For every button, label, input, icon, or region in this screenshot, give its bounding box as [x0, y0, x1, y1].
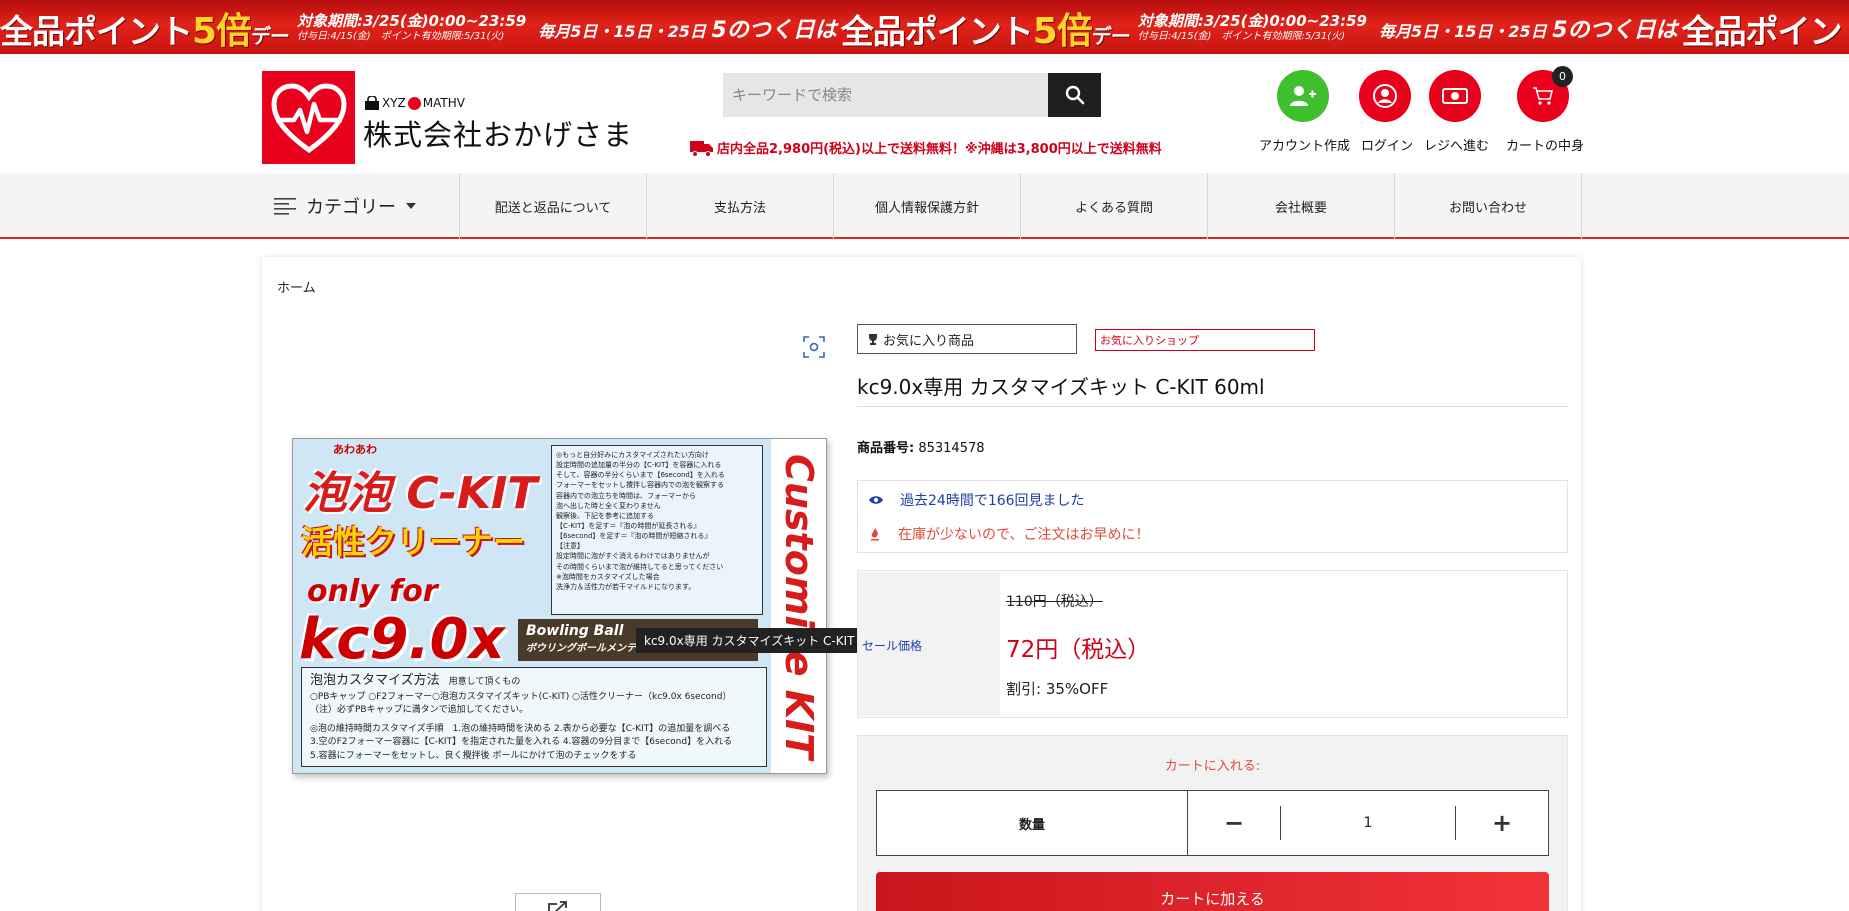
red-dot-icon — [407, 96, 421, 110]
discount-label: 割引: 35%OFF — [1006, 680, 1109, 698]
trophy-icon — [869, 334, 877, 345]
quantity-label: 数量 — [877, 791, 1188, 855]
quantity-row: 数量 − + — [876, 790, 1549, 856]
nav-privacy[interactable]: 個人情報保護方針 — [834, 173, 1021, 239]
promo-period-repeat: 対象期間:3/25(金)0:00~23:59 付与日:4/15(金) ポイント有… — [1137, 12, 1367, 42]
product-image-subtitle: 活性クリーナー — [301, 523, 526, 561]
promo-dates: 毎月5日・15日・25日 5のつく日は — [538, 18, 837, 43]
login-label[interactable]: ログイン — [1361, 135, 1413, 154]
quantity-input[interactable] — [1280, 806, 1456, 840]
external-link-icon — [548, 901, 567, 911]
nav-payment[interactable]: 支払方法 — [647, 173, 834, 239]
search-icon — [1065, 85, 1084, 105]
user-circle-icon — [1373, 84, 1397, 108]
checkout-button[interactable] — [1429, 70, 1481, 122]
money-icon — [1442, 88, 1468, 104]
cart-count-badge: 0 — [1552, 66, 1573, 87]
promo-dates-repeat: 毎月5日・15日・25日 5のつく日は — [1378, 18, 1678, 43]
promo-banner[interactable]: 全品ポイント5倍デー 対象期間:3/25(金)0:00~23:59 付与日:4/… — [0, 0, 1849, 54]
nav-company[interactable]: 会社概要 — [1208, 173, 1395, 239]
cart-icon — [1533, 87, 1554, 105]
nav-faq[interactable]: よくある質問 — [1021, 173, 1208, 239]
brand-sub-label: XYZ MATHV — [364, 96, 465, 110]
thumbnail[interactable] — [515, 893, 601, 911]
free-shipping-notice: 店内全品2,980円(税込)以上で送料無料！※沖縄は3,800円以上で送料無料 — [690, 138, 1162, 157]
promo-headline-repeat: 全品ポイント5倍デー — [840, 11, 1131, 52]
category-menu[interactable]: カテゴリー — [262, 173, 460, 239]
product-image-side-label: Customize KIT — [771, 439, 826, 773]
product-image-notes: ◎もっと自分好みにカスタマイズされたい方向け 設定時間の追加量の半分の【C-KI… — [551, 445, 763, 615]
quantity-minus-button[interactable]: − — [1188, 809, 1280, 837]
caret-down-icon — [406, 203, 416, 209]
original-price: 110円（税込） — [1006, 594, 1103, 610]
menu-list-icon — [274, 198, 296, 215]
nav-shipping-returns[interactable]: 配送と返品について — [460, 173, 647, 239]
checkout-label[interactable]: レジへ進む — [1424, 135, 1489, 154]
sale-price-label: セール価格 — [862, 639, 923, 653]
product-title: kc9.0x専用 カスタマイズキット C-KIT 60ml — [857, 371, 1568, 407]
quantity-stepper: − + — [1188, 791, 1548, 855]
shopping-bag-icon — [365, 96, 379, 110]
views-alert: 過去24時間で166回見ました — [868, 490, 1085, 510]
cart-section-title: カートに入れる: — [1164, 759, 1261, 774]
cart-label[interactable]: カートの中身 — [1506, 135, 1584, 154]
product-image-method: 泡泡カスタマイズ方法 用意して頂くもの ○PBキャップ ○F2フォーマー○泡泡カ… — [301, 667, 767, 767]
quantity-plus-button[interactable]: + — [1456, 809, 1548, 837]
promo-headline: 全品ポイント5倍デー — [0, 11, 290, 52]
zoom-button[interactable] — [803, 336, 825, 362]
sale-price: 72円（税込） — [1006, 637, 1151, 663]
promo-headline-repeat-2: 全品ポイント5倍 — [1681, 12, 1849, 51]
zoom-focus-icon — [803, 336, 825, 358]
search-button[interactable] — [1048, 73, 1101, 117]
product-image-ruby: あわあわ — [333, 443, 377, 456]
product-image[interactable]: あわあわ 泡泡 C-KIT 活性クリーナー only for kc9.0x ◎も… — [292, 438, 827, 774]
product-image-only-for: only for — [307, 574, 438, 609]
promo-period: 対象期間:3/25(金)0:00~23:59 付与日:4/15(金) ポイント有… — [297, 12, 527, 42]
favorite-item-button[interactable]: お気に入り商品 — [857, 324, 1077, 354]
breadcrumb[interactable]: ホーム — [277, 277, 316, 296]
product-image-title: 泡泡 C-KIT — [303, 468, 538, 519]
main-nav: カテゴリー 配送と返品について 支払方法 個人情報保護方針 よくある質問 会社概… — [0, 173, 1849, 239]
product-code: 商品番号: 85314578 — [857, 441, 985, 456]
fire-icon — [871, 528, 879, 541]
search-input[interactable] — [723, 73, 1048, 117]
account-create-button[interactable] — [1277, 70, 1329, 122]
truck-icon — [690, 140, 713, 157]
account-create-label[interactable]: アカウント作成 — [1259, 135, 1350, 154]
login-button[interactable] — [1359, 70, 1411, 122]
product-image-model: kc9.0x — [299, 607, 505, 672]
nav-contact[interactable]: お問い合わせ — [1395, 173, 1582, 239]
shop-logo[interactable] — [262, 71, 355, 164]
search-bar — [723, 73, 1101, 117]
add-to-cart-button[interactable]: カートに加える — [876, 872, 1549, 911]
brand-name[interactable]: 株式会社おかげさま — [363, 112, 633, 154]
eye-icon — [869, 496, 883, 504]
add-user-icon — [1290, 86, 1316, 106]
favorite-shop-button[interactable]: お気に入りショップ — [1095, 329, 1315, 351]
stock-alert: 在庫が少ないので、ご注文はお早めに！ — [868, 524, 1149, 544]
heart-pulse-icon — [270, 82, 347, 153]
